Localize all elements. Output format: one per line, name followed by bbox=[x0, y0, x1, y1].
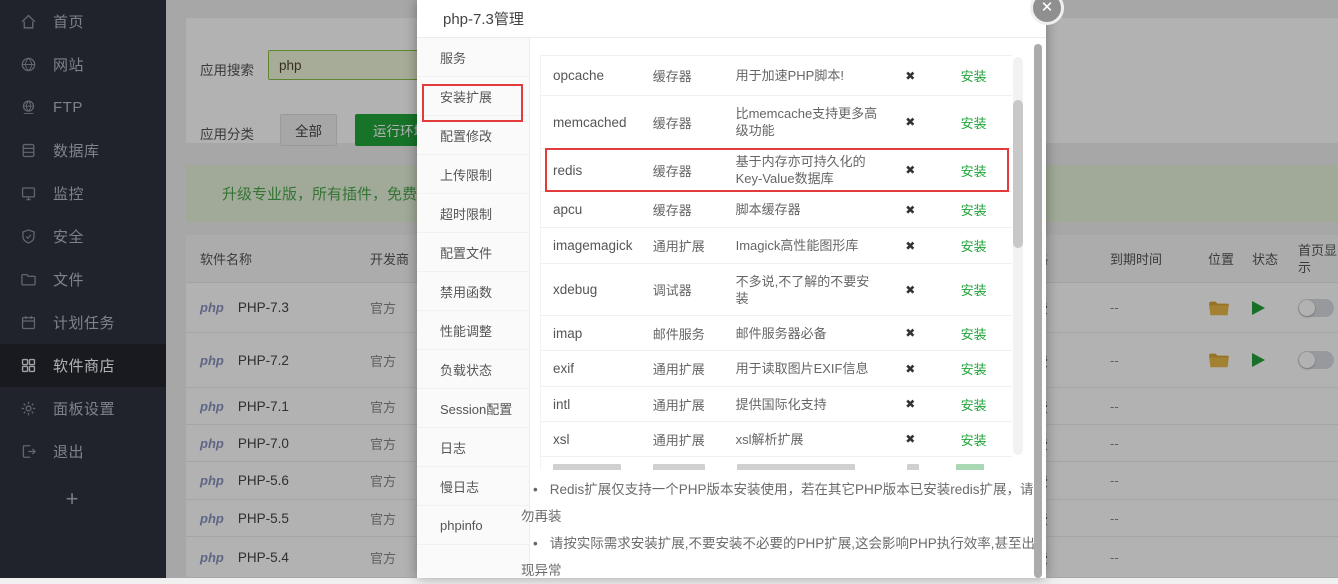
extension-name: imagemagick bbox=[541, 238, 653, 253]
extension-description: 提供国际化支持 bbox=[736, 396, 886, 413]
install-button[interactable]: 安装 bbox=[961, 164, 987, 179]
extension-row-intl: intl通用扩展提供国际化支持✖ 安装 bbox=[541, 387, 1012, 422]
tab-负载状态[interactable]: 负载状态 bbox=[417, 350, 529, 389]
extension-description: xsl解析扩展 bbox=[736, 431, 886, 448]
not-installed-icon: ✖ bbox=[885, 397, 935, 411]
extension-name: intl bbox=[541, 397, 653, 412]
extension-type: 缓存器 bbox=[653, 161, 736, 180]
close-icon: ✕ bbox=[1041, 0, 1054, 16]
note-item: 请按实际需求安装扩展,不要安装不必要的PHP扩展,这会影响PHP执行效率,甚至出… bbox=[521, 530, 1035, 584]
install-button[interactable]: 安装 bbox=[961, 69, 987, 84]
extension-row-xdebug: xdebug调试器不多说,不了解的不要安装✖ 安装 bbox=[541, 264, 1012, 316]
extension-row-redis: redis缓存器基于内存亦可持久化的Key-Value数据库✖ 安装 bbox=[541, 149, 1012, 192]
install-button[interactable]: 安装 bbox=[961, 362, 987, 377]
install-button[interactable]: 安装 bbox=[961, 327, 987, 342]
install-button[interactable]: 安装 bbox=[961, 433, 987, 448]
extension-type: 缓存器 bbox=[653, 200, 736, 219]
note-item: Redis扩展仅支持一个PHP版本安装使用，若在其它PHP版本已安装redis扩… bbox=[521, 476, 1035, 530]
extension-name: imap bbox=[541, 326, 653, 341]
extension-description: Imagick高性能图形库 bbox=[736, 237, 886, 254]
install-button[interactable]: 安装 bbox=[961, 398, 987, 413]
extension-type: 通用扩展 bbox=[653, 236, 736, 255]
extension-description: 比memcache支持更多高级功能 bbox=[736, 105, 886, 139]
not-installed-icon: ✖ bbox=[885, 203, 935, 217]
not-installed-icon: ✖ bbox=[885, 115, 935, 129]
extension-type: 通用扩展 bbox=[653, 359, 736, 378]
tab-慢日志[interactable]: 慢日志 bbox=[417, 467, 529, 506]
not-installed-icon: ✖ bbox=[885, 283, 935, 297]
extension-row-imap: imap邮件服务邮件服务器必备✖ 安装 bbox=[541, 316, 1012, 351]
extension-row-xsl: xsl通用扩展xsl解析扩展✖ 安装 bbox=[541, 422, 1012, 457]
tab-服务[interactable]: 服务 bbox=[417, 38, 529, 77]
extension-description: 基于内存亦可持久化的Key-Value数据库 bbox=[736, 153, 886, 187]
extension-row-imagemagick: imagemagick通用扩展Imagick高性能图形库✖ 安装 bbox=[541, 228, 1012, 264]
extension-type: 通用扩展 bbox=[653, 395, 736, 414]
extension-type: 通用扩展 bbox=[653, 430, 736, 449]
extension-type: 缓存器 bbox=[653, 66, 736, 85]
extension-row-memcached: memcached缓存器比memcache支持更多高级功能✖ 安装 bbox=[541, 96, 1012, 149]
tab-phpinfo[interactable]: phpinfo bbox=[417, 506, 529, 545]
extension-name: redis bbox=[541, 163, 653, 178]
not-installed-icon: ✖ bbox=[885, 326, 935, 340]
extension-name: memcached bbox=[541, 115, 653, 130]
modal-title: php-7.3管理 bbox=[417, 0, 1046, 38]
not-installed-icon: ✖ bbox=[885, 432, 935, 446]
extension-description: 不多说,不了解的不要安装 bbox=[736, 273, 886, 307]
extension-type: 邮件服务 bbox=[653, 324, 736, 343]
tab-上传限制[interactable]: 上传限制 bbox=[417, 155, 529, 194]
extension-name: opcache bbox=[541, 68, 653, 83]
extension-name: apcu bbox=[541, 202, 653, 217]
tab-Session配置[interactable]: Session配置 bbox=[417, 389, 529, 428]
extension-name: xdebug bbox=[541, 282, 653, 297]
extension-description: 用于读取图片EXIF信息 bbox=[736, 360, 886, 377]
tab-禁用函数[interactable]: 禁用函数 bbox=[417, 272, 529, 311]
extension-name: xsl bbox=[541, 432, 653, 447]
extension-row-apcu: apcu缓存器脚本缓存器✖ 安装 bbox=[541, 192, 1012, 228]
modal-tabs: 服务安装扩展配置修改上传限制超时限制配置文件禁用函数性能调整负载状态Sessio… bbox=[417, 38, 530, 578]
extension-description: 脚本缓存器 bbox=[736, 201, 886, 218]
not-installed-icon: ✖ bbox=[885, 163, 935, 177]
install-button[interactable]: 安装 bbox=[961, 283, 987, 298]
extension-description: 邮件服务器必备 bbox=[736, 325, 886, 342]
tab-性能调整[interactable]: 性能调整 bbox=[417, 311, 529, 350]
install-button[interactable]: 安装 bbox=[961, 239, 987, 254]
not-installed-icon: ✖ bbox=[885, 362, 935, 376]
extension-table: opcache缓存器用于加速PHP脚本!✖安装memcached缓存器比memc… bbox=[540, 55, 1012, 470]
tab-配置修改[interactable]: 配置修改 bbox=[417, 116, 529, 155]
extension-type: 缓存器 bbox=[653, 113, 736, 132]
tab-配置文件[interactable]: 配置文件 bbox=[417, 233, 529, 272]
notes-list: Redis扩展仅支持一个PHP版本安装使用，若在其它PHP版本已安装redis扩… bbox=[521, 476, 1035, 584]
extension-description: 用于加速PHP脚本! bbox=[736, 67, 886, 84]
install-button[interactable]: 安装 bbox=[961, 116, 987, 131]
extension-row-opcache: opcache缓存器用于加速PHP脚本!✖ 安装 bbox=[541, 56, 1012, 96]
partial-extension-row bbox=[541, 457, 1012, 470]
not-installed-icon: ✖ bbox=[885, 69, 935, 83]
not-installed-icon: ✖ bbox=[885, 239, 935, 253]
install-button[interactable]: 安装 bbox=[961, 203, 987, 218]
tab-日志[interactable]: 日志 bbox=[417, 428, 529, 467]
extension-name: exif bbox=[541, 361, 653, 376]
modal-scrollbar[interactable] bbox=[1034, 44, 1042, 578]
tab-超时限制[interactable]: 超时限制 bbox=[417, 194, 529, 233]
php-manage-modal: php-7.3管理 ✕ 服务安装扩展配置修改上传限制超时限制配置文件禁用函数性能… bbox=[417, 0, 1046, 578]
extension-type: 调试器 bbox=[653, 280, 736, 299]
tab-安装扩展[interactable]: 安装扩展 bbox=[417, 77, 529, 116]
extension-row-exif: exif通用扩展用于读取图片EXIF信息✖ 安装 bbox=[541, 351, 1012, 387]
extension-scrollbar-thumb[interactable] bbox=[1013, 100, 1023, 248]
